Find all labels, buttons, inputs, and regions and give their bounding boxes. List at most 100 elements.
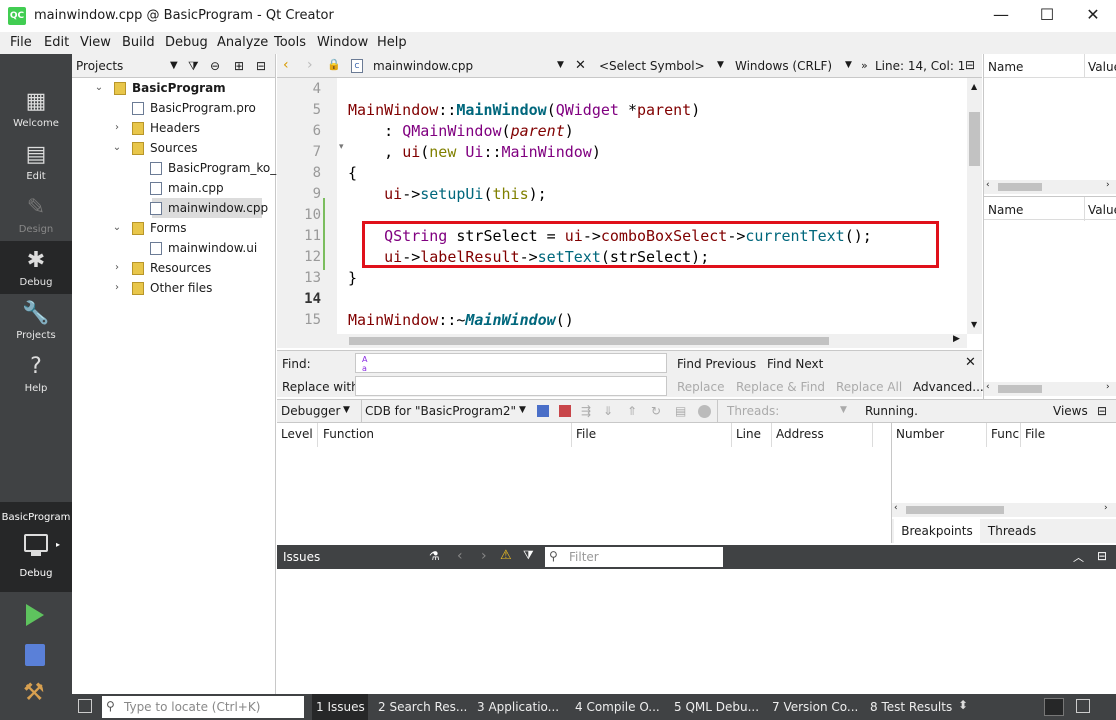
scroll-right-icon[interactable]: ▶ xyxy=(953,334,960,344)
views-button[interactable]: Views xyxy=(1053,404,1088,418)
scroll-thumb[interactable] xyxy=(998,183,1042,191)
split-editor-icon[interactable]: ⊟ xyxy=(965,58,975,72)
mode-projects[interactable]: 🔧 Projects xyxy=(0,294,72,347)
bp-col-file[interactable]: File xyxy=(1025,427,1045,441)
engine-dropdown-icon[interactable]: ▼ xyxy=(519,405,526,415)
step-over-icon[interactable]: ⇶ xyxy=(581,404,591,418)
tree-item[interactable]: BasicProgram.pro xyxy=(72,98,275,118)
stack-col-line[interactable]: Line xyxy=(736,427,761,441)
menu-window[interactable]: Window xyxy=(317,35,368,50)
scroll-thumb[interactable] xyxy=(906,506,1004,514)
bp-col-function[interactable]: Func xyxy=(991,427,1019,441)
tree-expand-icon[interactable]: › xyxy=(112,118,122,138)
scroll-up-icon[interactable]: ▲ xyxy=(971,82,977,91)
debug-engine-selector[interactable]: CDB for "BasicProgram2" xyxy=(365,404,516,418)
tree-item[interactable]: › Resources xyxy=(72,258,275,278)
step-out-icon[interactable]: ⇑ xyxy=(627,404,637,418)
toggle-pane-icon[interactable]: ⊟ xyxy=(1097,404,1107,418)
output-tab-version-control[interactable]: 7 Version Co... xyxy=(772,694,858,720)
debugger-dropdown-icon[interactable]: ▼ xyxy=(343,405,350,415)
locals-col-value[interactable]: Value xyxy=(1088,60,1116,74)
operate-by-instruction-icon[interactable]: ▤ xyxy=(675,404,686,418)
output-tab-application-output[interactable]: 3 Applicatio... xyxy=(477,694,559,720)
close-document-icon[interactable]: ✕ xyxy=(575,58,586,73)
bp-hscrollbar[interactable]: ‹ › xyxy=(892,503,1116,517)
toggle-sidebar-icon[interactable] xyxy=(78,699,92,713)
warning-icon[interactable]: ⚠ xyxy=(500,548,512,563)
split-icon[interactable]: ⊞ xyxy=(234,54,244,78)
expressions-hscrollbar[interactable]: ‹ › xyxy=(984,382,1116,396)
prev-issue-icon[interactable]: ‹ xyxy=(457,548,463,564)
tree-expand-icon[interactable]: ⌄ xyxy=(112,218,122,238)
stack-col-level[interactable]: Level xyxy=(281,427,313,441)
kit-selector[interactable]: BasicProgram ▸ Debug xyxy=(0,502,72,592)
output-tab-issues[interactable]: 1 Issues xyxy=(312,694,368,720)
build-hammer-icon[interactable]: ⚒ xyxy=(23,679,45,705)
restart-icon[interactable]: ↻ xyxy=(651,404,661,418)
close-button[interactable]: ✕ xyxy=(1070,0,1116,32)
toggle-right-sidebar-icon[interactable] xyxy=(1076,699,1090,713)
replace-button[interactable]: Replace xyxy=(677,380,724,394)
record-icon[interactable] xyxy=(698,405,711,418)
case-sensitive-icon[interactable]: Aa xyxy=(362,355,367,373)
debugger-selector[interactable]: Debugger xyxy=(281,404,340,418)
code-editor[interactable]: 4 5 6 7 8 9 10 11 12 13 14 15 ▾ MainWindow::MainWin… xyxy=(277,78,982,348)
tree-expand-icon[interactable]: › xyxy=(112,278,122,298)
line-ending-selector[interactable]: Windows (CRLF) xyxy=(735,59,832,73)
find-previous-button[interactable]: Find Previous xyxy=(677,357,756,371)
dropdown-arrow-icon[interactable]: ▼ xyxy=(170,54,178,78)
threads-dropdown-icon[interactable]: ▼ xyxy=(840,405,847,415)
scroll-left-icon[interactable]: ‹ xyxy=(986,382,990,392)
scroll-right-icon[interactable]: › xyxy=(1104,503,1108,513)
tab-breakpoints[interactable]: Breakpoints xyxy=(894,519,980,543)
tree-item[interactable]: mainwindow.cpp xyxy=(150,198,268,218)
tree-item[interactable]: mainwindow.ui xyxy=(72,238,275,258)
scroll-thumb[interactable] xyxy=(969,112,980,166)
issues-filter-input[interactable]: ⚲ Filter xyxy=(545,547,723,567)
cursor-position[interactable]: Line: 14, Col: 1 xyxy=(875,59,965,73)
symbol-selector[interactable]: <Select Symbol> xyxy=(599,59,705,73)
continue-icon[interactable] xyxy=(537,405,549,417)
start-debugging-icon[interactable] xyxy=(25,644,45,666)
scroll-thumb[interactable] xyxy=(998,385,1042,393)
menu-debug[interactable]: Debug xyxy=(165,35,208,50)
stack-col-address[interactable]: Address xyxy=(776,427,824,441)
more-tabs-icon[interactable]: ⬍ xyxy=(958,698,968,712)
scroll-right-icon[interactable]: › xyxy=(1106,382,1110,392)
menu-build[interactable]: Build xyxy=(122,35,155,50)
menu-edit[interactable]: Edit xyxy=(44,35,69,50)
locator-input[interactable]: ⚲ Type to locate (Ctrl+K) xyxy=(102,696,304,718)
horizontal-scrollbar[interactable]: ▶ xyxy=(277,334,967,348)
output-tab-test-results[interactable]: 8 Test Results xyxy=(870,694,952,720)
back-arrow-icon[interactable]: ‹ xyxy=(283,57,289,73)
tree-expand-icon[interactable]: ⌄ xyxy=(94,78,104,98)
fold-arrow-icon[interactable]: ▾ xyxy=(339,142,344,152)
progress-details-icon[interactable] xyxy=(1044,698,1064,716)
tree-item[interactable]: ⌄ Sources xyxy=(72,138,275,158)
tab-threads[interactable]: Threads xyxy=(982,519,1042,543)
clear-issues-icon[interactable]: ⚗ xyxy=(429,549,440,563)
replace-all-button[interactable]: Replace All xyxy=(836,380,902,394)
step-into-icon[interactable]: ⇓ xyxy=(603,404,613,418)
bp-col-number[interactable]: Number xyxy=(896,427,944,441)
tree-item[interactable]: › Other files xyxy=(72,278,275,298)
scroll-right-icon[interactable]: › xyxy=(1106,180,1110,190)
vertical-scrollbar[interactable]: ▲ ▼ xyxy=(967,78,982,334)
find-input[interactable]: Aa xyxy=(355,353,667,373)
menu-analyze[interactable]: Analyze xyxy=(217,35,268,50)
link-editor-icon[interactable]: ⊖ xyxy=(210,54,220,78)
tree-expand-icon[interactable]: ⌄ xyxy=(112,138,122,158)
tree-item[interactable]: › Headers xyxy=(72,118,275,138)
tree-item[interactable]: main.cpp xyxy=(72,178,275,198)
file-dropdown-icon[interactable]: ▼ xyxy=(557,60,564,70)
tree-item[interactable]: ⌄ BasicProgram xyxy=(72,78,275,98)
maximize-pane-icon[interactable]: ︿ xyxy=(1073,549,1084,565)
replace-input[interactable] xyxy=(355,376,667,396)
close-pane-icon[interactable]: ⊟ xyxy=(256,54,266,78)
scroll-down-icon[interactable]: ▼ xyxy=(971,320,977,329)
stop-debugger-icon[interactable] xyxy=(559,405,571,417)
find-next-button[interactable]: Find Next xyxy=(767,357,823,371)
editor-file-name[interactable]: mainwindow.cpp xyxy=(373,59,473,73)
run-icon[interactable] xyxy=(26,604,44,626)
filter-icon[interactable]: ⧩ xyxy=(523,548,534,563)
